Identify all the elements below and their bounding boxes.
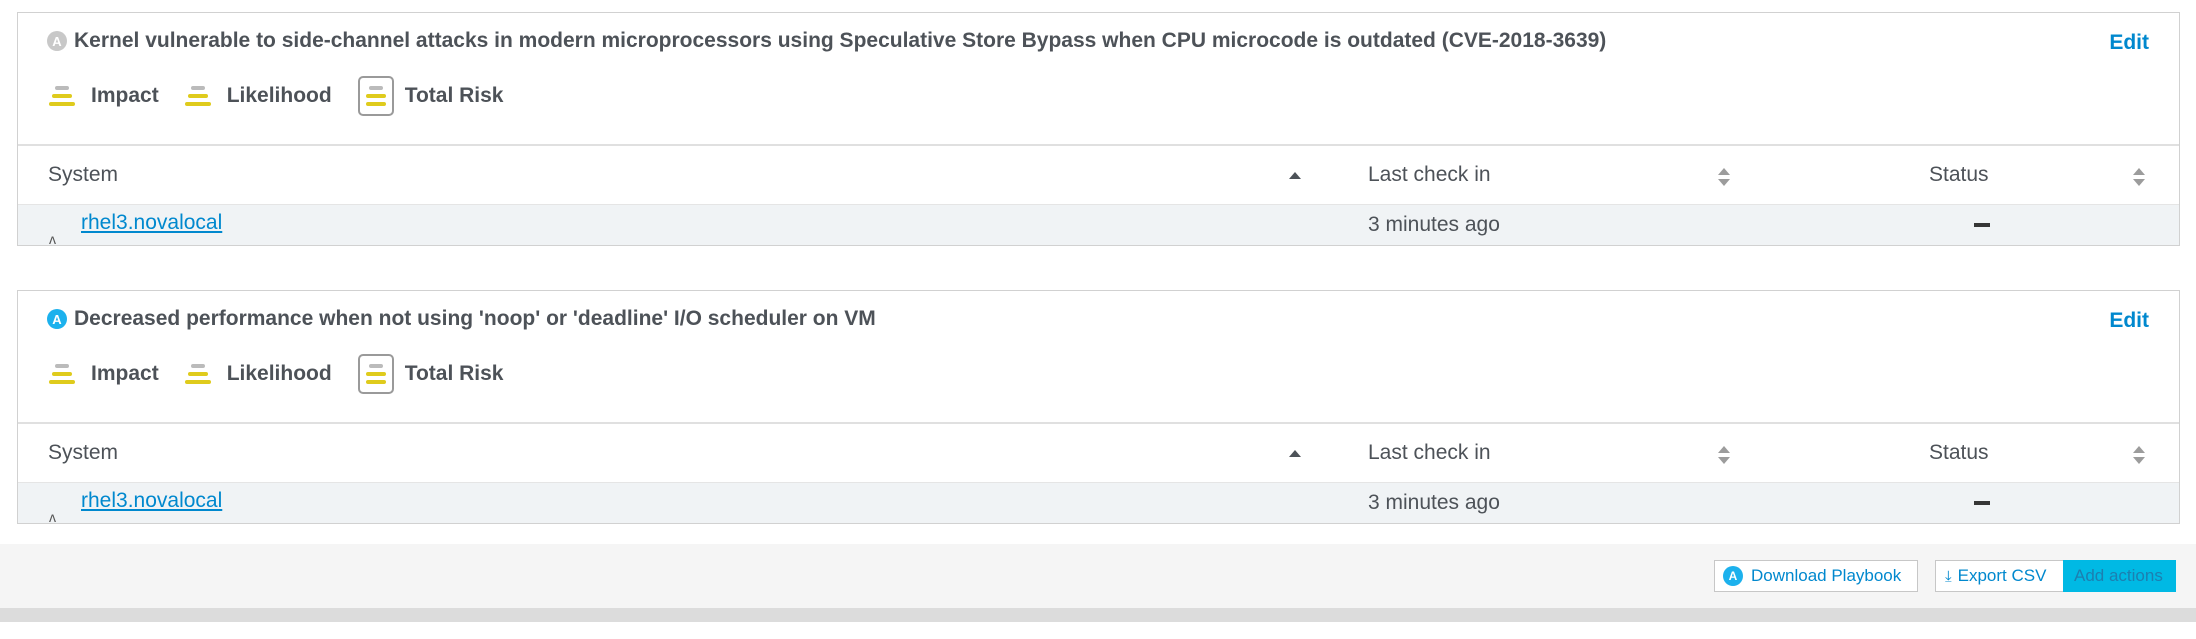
rule-card: A Decreased performance when not using '…	[17, 290, 2180, 524]
impact-indicator: Impact	[49, 362, 159, 386]
footer-action-bar: A Download Playbook ⤓ Export CSV Add act…	[0, 544, 2196, 608]
linux-icon: ᴧ	[49, 509, 56, 525]
rule-title: Kernel vulnerable to side-channel attack…	[74, 29, 1607, 52]
sort-icon[interactable]	[2133, 168, 2145, 186]
total-risk-indicator: Total Risk	[357, 76, 504, 116]
likelihood-bars-icon	[184, 362, 211, 386]
column-header-status[interactable]: Status	[1929, 163, 1989, 187]
impact-bars-icon	[49, 362, 75, 386]
total-risk-bars-icon	[357, 354, 394, 394]
system-link[interactable]: rhel3.novalocal	[81, 489, 222, 513]
column-header-status[interactable]: Status	[1929, 441, 1989, 465]
sort-ascending-icon[interactable]	[1289, 450, 1301, 457]
add-actions-button[interactable]: Add actions	[2063, 560, 2176, 592]
sort-icon[interactable]	[1718, 446, 1730, 464]
export-csv-button[interactable]: ⤓ Export CSV	[1935, 560, 2064, 592]
download-icon: ⤓	[1945, 567, 1952, 585]
systems-table-header: System Last check in Status	[18, 146, 2179, 205]
export-csv-label: Export CSV	[1957, 566, 2047, 585]
status-dash-icon	[1974, 501, 1990, 505]
ansible-icon: A	[47, 31, 67, 51]
rule-title-row: A Kernel vulnerable to side-channel atta…	[47, 29, 1606, 53]
column-header-system[interactable]: System	[48, 441, 118, 465]
likelihood-bars-icon	[184, 84, 211, 108]
risk-indicators: Impact Likelihood Total Risk	[49, 76, 529, 116]
likelihood-label: Likelihood	[226, 362, 332, 385]
risk-indicators: Impact Likelihood Total Risk	[49, 354, 529, 394]
table-row: ᴧ rhel3.novalocal 3 minutes ago	[18, 205, 2179, 247]
last-checkin-value: 3 minutes ago	[1368, 491, 1500, 514]
likelihood-indicator: Likelihood	[184, 84, 332, 108]
status-dash-icon	[1974, 223, 1990, 227]
total-risk-indicator: Total Risk	[357, 354, 504, 394]
rule-card: A Kernel vulnerable to side-channel atta…	[17, 12, 2180, 246]
bottom-divider	[0, 608, 2196, 622]
edit-link[interactable]: Edit	[2109, 309, 2149, 333]
column-header-system[interactable]: System	[48, 163, 118, 187]
impact-indicator: Impact	[49, 84, 159, 108]
ansible-icon: A	[47, 309, 67, 329]
total-risk-bars-icon	[357, 76, 394, 116]
sort-ascending-icon[interactable]	[1289, 172, 1301, 179]
add-actions-label: Add actions	[2074, 566, 2163, 585]
system-link[interactable]: rhel3.novalocal	[81, 211, 222, 235]
total-risk-label: Total Risk	[404, 362, 504, 385]
rule-card-header: A Kernel vulnerable to side-channel atta…	[18, 13, 2179, 146]
systems-table-header: System Last check in Status	[18, 424, 2179, 483]
rule-card-header: A Decreased performance when not using '…	[18, 291, 2179, 424]
last-checkin-value: 3 minutes ago	[1368, 213, 1500, 236]
linux-icon: ᴧ	[49, 231, 56, 247]
impact-label: Impact	[91, 84, 159, 107]
sort-icon[interactable]	[2133, 446, 2145, 464]
impact-label: Impact	[91, 362, 159, 385]
likelihood-indicator: Likelihood	[184, 362, 332, 386]
rule-title: Decreased performance when not using 'no…	[74, 307, 876, 330]
impact-bars-icon	[49, 84, 75, 108]
column-header-last-checkin[interactable]: Last check in	[1368, 163, 1491, 187]
likelihood-label: Likelihood	[226, 84, 332, 107]
total-risk-label: Total Risk	[404, 84, 504, 107]
download-playbook-label: Download Playbook	[1751, 566, 1902, 585]
edit-link[interactable]: Edit	[2109, 31, 2149, 55]
table-row: ᴧ rhel3.novalocal 3 minutes ago	[18, 483, 2179, 525]
column-header-last-checkin[interactable]: Last check in	[1368, 441, 1491, 465]
download-playbook-button[interactable]: A Download Playbook	[1714, 560, 1918, 592]
ansible-icon: A	[1723, 566, 1743, 586]
rule-title-row: A Decreased performance when not using '…	[47, 307, 876, 331]
sort-icon[interactable]	[1718, 168, 1730, 186]
